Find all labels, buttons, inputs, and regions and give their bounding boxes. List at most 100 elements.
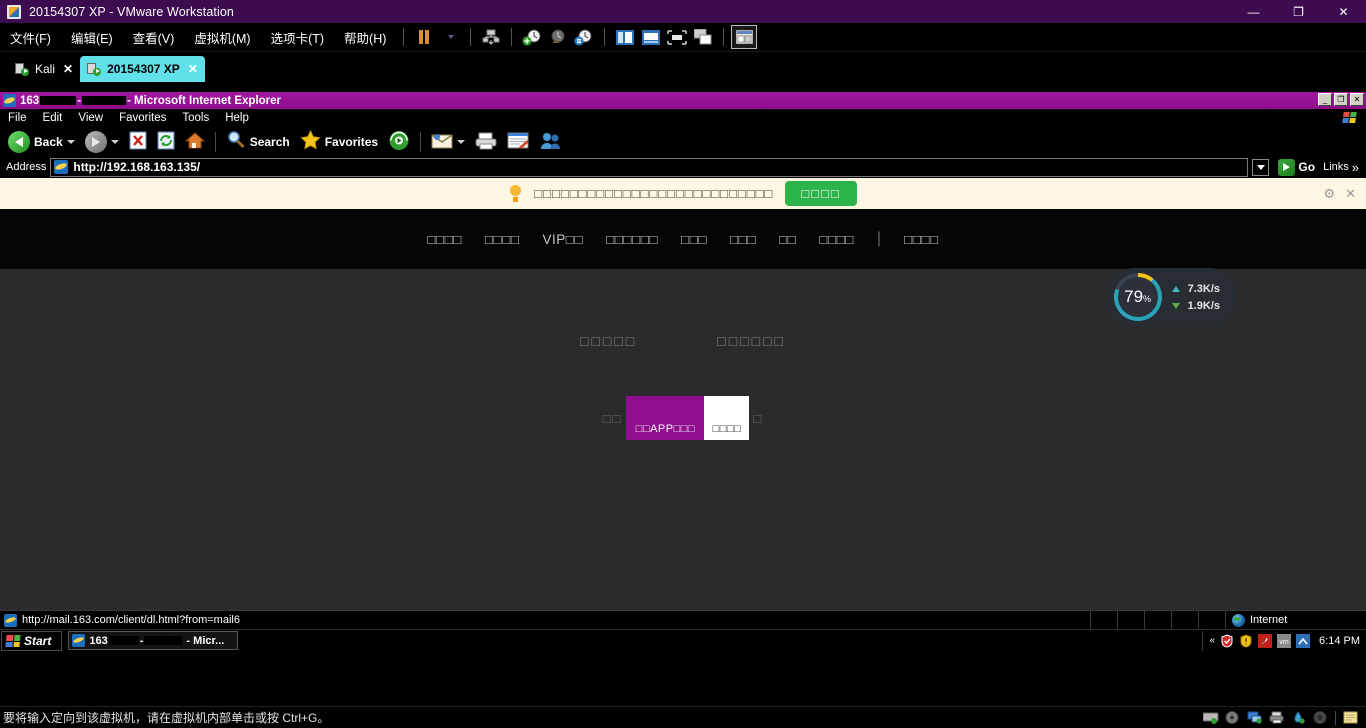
- back-history-chevron-down-icon[interactable]: [67, 140, 75, 144]
- maximize-button[interactable]: ❐: [1276, 0, 1321, 23]
- menu-file[interactable]: 文件(F): [0, 25, 61, 50]
- back-button[interactable]: Back: [4, 129, 79, 155]
- print-button[interactable]: [471, 129, 501, 155]
- media-button[interactable]: [384, 128, 414, 156]
- console-view-icon[interactable]: [612, 25, 638, 49]
- network-speed-widget[interactable]: 79% 7.3K/s 1.9K/s: [1108, 268, 1236, 326]
- adobe-reader-icon[interactable]: [1258, 634, 1272, 648]
- ie-menu-help[interactable]: Help: [217, 111, 257, 125]
- nav-item-4[interactable]: □□□□□□: [606, 232, 658, 247]
- nav-item-3[interactable]: VIP□□: [543, 232, 584, 247]
- minimize-button[interactable]: —: [1231, 0, 1276, 23]
- ie-menu-favorites[interactable]: Favorites: [111, 111, 174, 125]
- nav-item-9[interactable]: □□□□: [904, 232, 939, 247]
- mail-chevron-down-icon[interactable]: [457, 140, 465, 144]
- home-button[interactable]: [181, 129, 209, 155]
- links-button[interactable]: Links »: [1323, 160, 1363, 175]
- vmware-status-message: 要将输入定向到该虚拟机，请在虚拟机内部单击或按 Ctrl+G。: [0, 709, 329, 726]
- go-button[interactable]: Go: [1274, 159, 1319, 176]
- menu-edit[interactable]: 编辑(E): [61, 25, 123, 50]
- nav-item-5[interactable]: □□□: [681, 232, 707, 247]
- upload-arrow-icon: [1172, 286, 1180, 292]
- nav-item-7[interactable]: □□: [779, 232, 796, 247]
- nav-item-2[interactable]: □□□□: [485, 232, 520, 247]
- network-icon[interactable]: [1247, 711, 1262, 724]
- snapshot-take-icon[interactable]: [519, 25, 545, 49]
- address-chevron-down-icon[interactable]: [1252, 159, 1269, 176]
- close-button[interactable]: ✕: [1321, 0, 1366, 23]
- download-row-left-text: □□: [599, 411, 627, 426]
- search-button[interactable]: Search: [222, 128, 294, 155]
- vm-powered-on-icon: [15, 63, 29, 76]
- tray-expand-chevron-icon[interactable]: «: [1209, 635, 1215, 646]
- vm-tab-kali-label: Kali: [35, 62, 55, 76]
- favorites-star-icon: [300, 130, 321, 153]
- ie-minimize-button[interactable]: _: [1318, 93, 1332, 106]
- unity-icon[interactable]: [664, 25, 690, 49]
- menu-view[interactable]: 查看(V): [123, 25, 185, 50]
- start-button[interactable]: Start: [1, 631, 62, 651]
- notes-icon[interactable]: [1343, 711, 1358, 724]
- notification-action-button[interactable]: □□□□: [785, 181, 856, 206]
- internet-explorer-icon: [72, 634, 85, 647]
- download-app-button[interactable]: □□APP□□□: [626, 396, 704, 440]
- forward-history-chevron-down-icon[interactable]: [111, 140, 119, 144]
- multiple-windows-icon[interactable]: [690, 25, 716, 49]
- usb-icon[interactable]: [1291, 711, 1306, 724]
- nav-item-8[interactable]: □□□□: [819, 232, 854, 247]
- ie-menu-edit[interactable]: Edit: [35, 111, 71, 125]
- forward-button[interactable]: [81, 129, 123, 155]
- sound-icon[interactable]: [1313, 711, 1328, 724]
- stop-button[interactable]: [125, 129, 151, 155]
- menu-tabs[interactable]: 选项卡(T): [261, 25, 334, 50]
- lightbulb-icon: [509, 185, 522, 202]
- warning-icon[interactable]: [1239, 634, 1253, 648]
- edit-button[interactable]: [503, 129, 533, 155]
- mail-button[interactable]: [427, 129, 469, 155]
- site-nav: □□□□ □□□□ VIP□□ □□□□□□ □□□ □□□ □□ □□□□ |…: [427, 230, 938, 248]
- vm-tab-kali[interactable]: Kali ✕: [8, 56, 80, 82]
- ie-menu-tools[interactable]: Tools: [174, 111, 217, 125]
- pause-icon[interactable]: [411, 25, 437, 49]
- vm-tab-kali-close-icon[interactable]: ✕: [63, 62, 73, 76]
- menu-vm[interactable]: 虚拟机(M): [184, 25, 260, 50]
- fullscreen-icon[interactable]: [638, 25, 664, 49]
- snapshot-manager-icon[interactable]: [571, 25, 597, 49]
- ie-menu-view[interactable]: View: [70, 111, 111, 125]
- vmware-tools-icon[interactable]: vm: [1277, 634, 1291, 648]
- vm-tab-xp[interactable]: 20154307 XP ✕: [80, 56, 205, 82]
- media-icon: [388, 130, 410, 154]
- menu-help[interactable]: 帮助(H): [334, 25, 396, 50]
- vm-tab-xp-close-icon[interactable]: ✕: [188, 62, 198, 76]
- taskbar-window-button[interactable]: 163- - Micr...: [68, 631, 238, 650]
- network-connection-icon[interactable]: [1296, 634, 1310, 648]
- refresh-button[interactable]: [153, 129, 179, 155]
- forward-icon: [85, 131, 107, 153]
- gear-icon[interactable]: ⚙: [1323, 186, 1335, 202]
- ie-menu-file[interactable]: File: [0, 111, 35, 125]
- ie-close-button[interactable]: ✕: [1350, 93, 1364, 106]
- status-cell-4: [1172, 611, 1199, 629]
- show-thumbnails-icon[interactable]: [731, 25, 757, 49]
- network-adapter-icon[interactable]: [478, 25, 504, 49]
- close-icon[interactable]: ✕: [1345, 186, 1356, 202]
- security-zone-indicator[interactable]: Internet: [1226, 611, 1366, 629]
- hard-disk-icon[interactable]: [1203, 711, 1218, 724]
- printer-icon[interactable]: [1269, 711, 1284, 724]
- messenger-button[interactable]: [535, 129, 567, 155]
- favorites-button[interactable]: Favorites: [296, 128, 382, 155]
- address-input[interactable]: http://192.168.163.135/: [50, 158, 1248, 177]
- snapshot-revert-icon[interactable]: [545, 25, 571, 49]
- ie-restore-button[interactable]: ❐: [1334, 93, 1348, 106]
- nav-item-1[interactable]: □□□□: [427, 232, 462, 247]
- nav-item-6[interactable]: □□□: [730, 232, 756, 247]
- status-cell-3: [1145, 611, 1172, 629]
- clock[interactable]: 6:14 PM: [1319, 635, 1360, 647]
- cd-dvd-icon[interactable]: [1225, 711, 1240, 724]
- nav-divider: |: [877, 230, 881, 248]
- toolbar-separator-3: [511, 28, 512, 46]
- security-shield-icon[interactable]: [1220, 634, 1234, 648]
- power-dropdown-icon[interactable]: [437, 25, 463, 49]
- windows-flag-icon[interactable]: [1338, 110, 1362, 126]
- secondary-download-button[interactable]: □□□□: [704, 396, 749, 440]
